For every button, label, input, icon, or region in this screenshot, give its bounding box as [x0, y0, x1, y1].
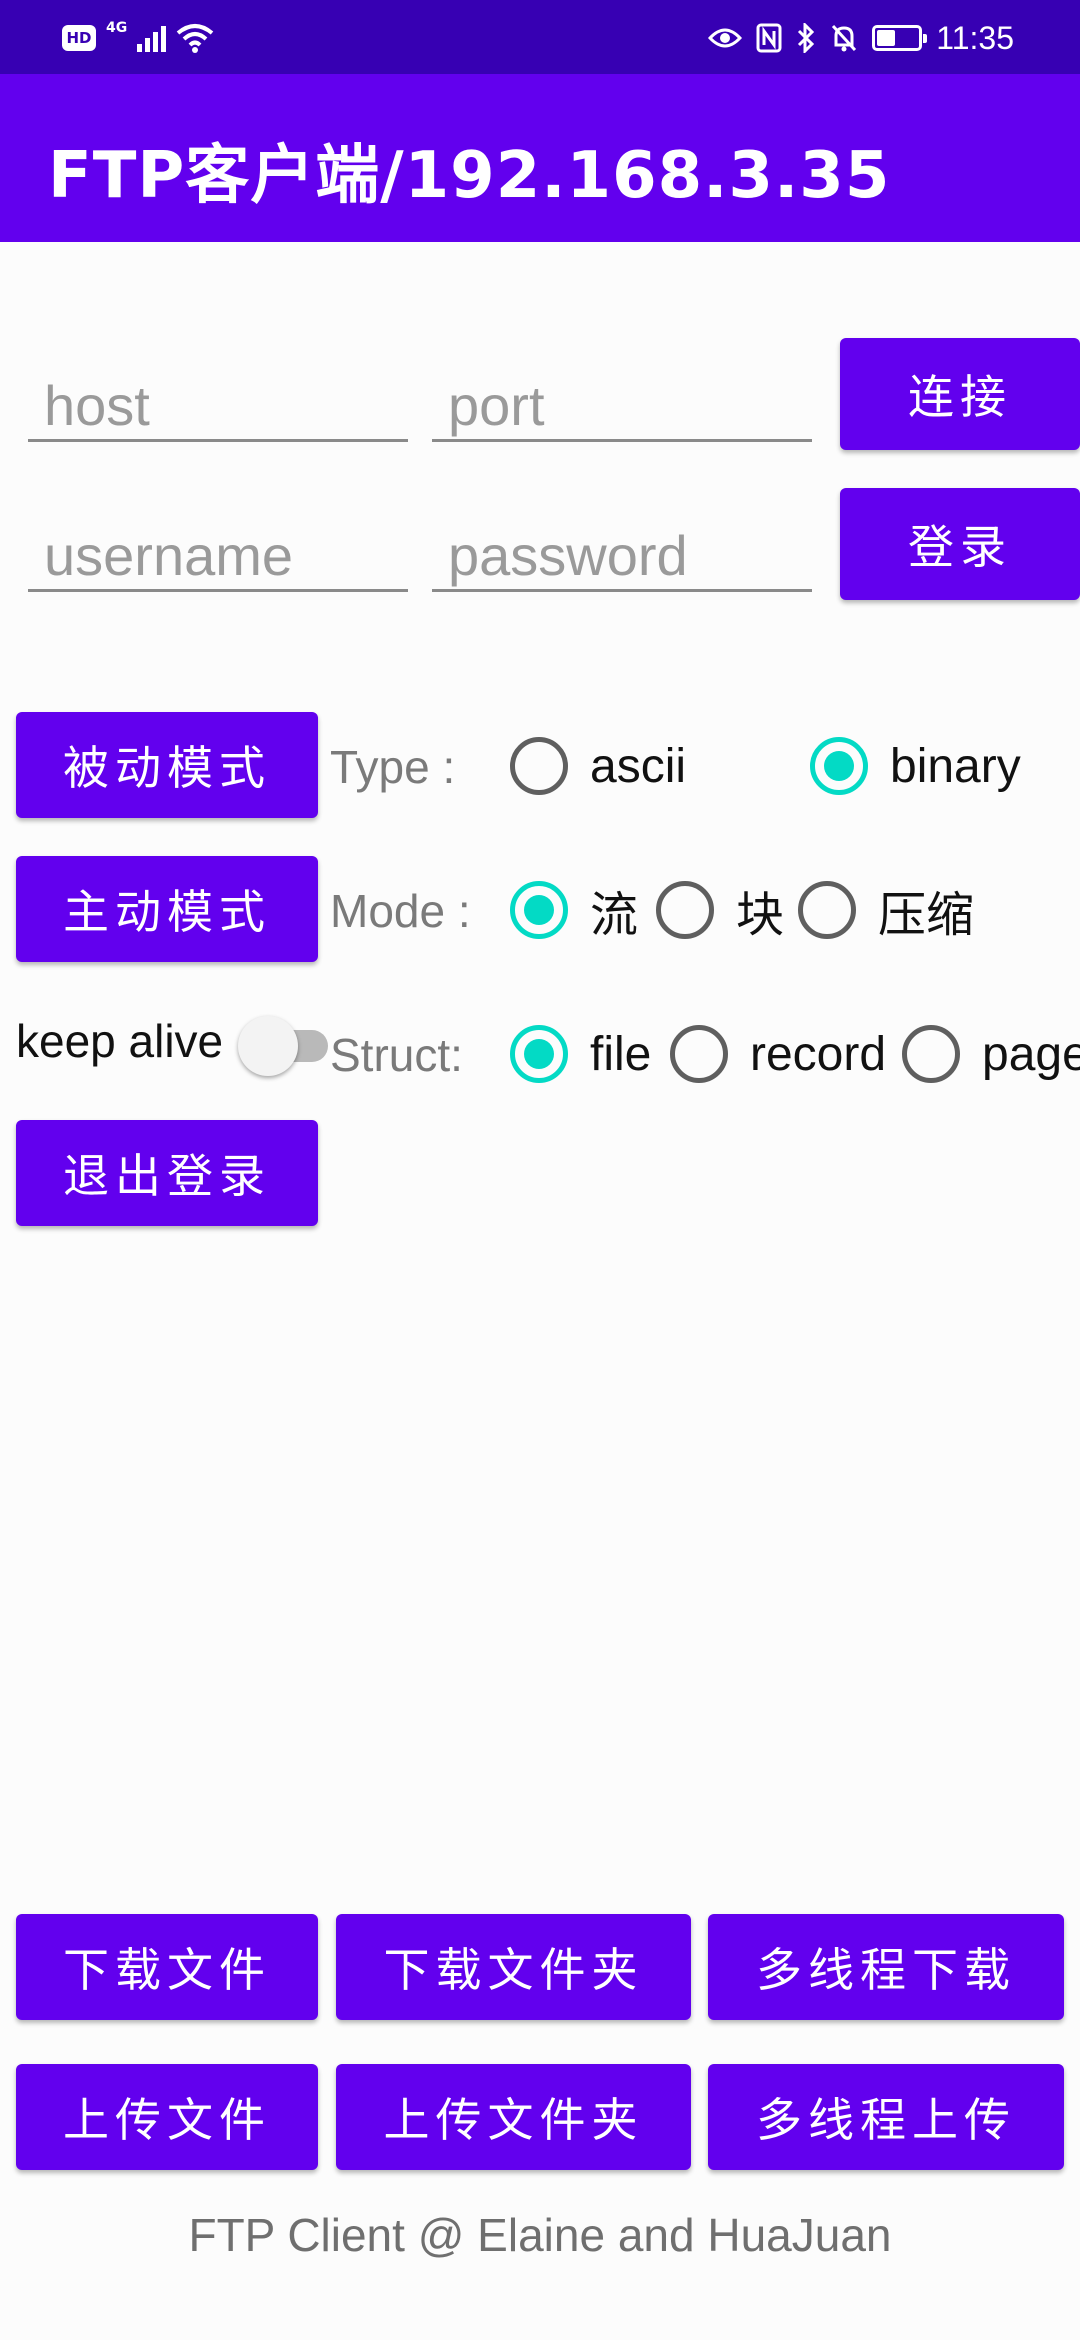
radio-circle	[656, 881, 714, 939]
radio-label: record	[750, 1027, 887, 1081]
username-input[interactable]	[28, 522, 408, 592]
wifi-icon	[176, 24, 214, 53]
eye-icon	[708, 28, 743, 48]
login-button[interactable]: 登录	[840, 488, 1080, 600]
password-input[interactable]	[432, 522, 812, 592]
radio-label: page	[982, 1027, 1080, 1081]
nfc-icon	[756, 23, 782, 53]
radio-circle-selected	[510, 1025, 568, 1083]
type-radio-binary[interactable]: binary	[810, 734, 1021, 798]
mode-radio-compressed[interactable]: 压缩	[798, 878, 974, 942]
status-bar: HD 4G 11:35	[0, 0, 1080, 74]
radio-label: ascii	[590, 739, 687, 793]
port-input[interactable]	[432, 372, 812, 442]
mode-radio-stream[interactable]: 流	[510, 878, 638, 942]
app-bar: FTP客户端/192.168.3.35	[0, 74, 1080, 242]
type-radio-ascii[interactable]: ascii	[510, 734, 686, 798]
struct-row: file record page	[0, 1010, 1080, 1100]
active-mode-button[interactable]: 主动模式	[16, 856, 318, 962]
multi-thread-download-button[interactable]: 多线程下载	[708, 1914, 1064, 2020]
mute-icon	[832, 24, 857, 52]
multi-thread-upload-button[interactable]: 多线程上传	[708, 2064, 1064, 2170]
radio-circle	[510, 737, 568, 795]
radio-circle-selected	[510, 881, 568, 939]
logout-button[interactable]: 退出登录	[16, 1120, 318, 1226]
clock: 11:35	[936, 19, 1014, 56]
radio-label: 块	[736, 889, 785, 942]
battery-icon	[872, 25, 928, 51]
radio-circle	[670, 1025, 728, 1083]
bluetooth-icon	[798, 23, 815, 53]
connect-button[interactable]: 连接	[840, 338, 1080, 450]
upload-file-button[interactable]: 上传文件	[16, 2064, 318, 2170]
download-folder-button[interactable]: 下载文件夹	[336, 1914, 691, 2020]
struct-radio-page[interactable]: page	[902, 1022, 1080, 1086]
status-left: HD 4G	[62, 18, 214, 58]
hd-badge: HD	[62, 25, 96, 51]
passive-mode-button[interactable]: 被动模式	[16, 712, 318, 818]
radio-label: 流	[590, 889, 639, 942]
radio-circle	[798, 881, 856, 939]
radio-label: 压缩	[878, 889, 975, 942]
struct-radio-record[interactable]: record	[670, 1022, 886, 1086]
radio-label: binary	[890, 739, 1021, 793]
status-right: 11:35	[708, 18, 1014, 58]
network-type-label: 4G	[106, 20, 128, 36]
ftp-client-screen: HD 4G 11:35 FTP客户端/192.168.3.35 host por…	[0, 0, 1080, 2340]
footer-credit: FTP Client @ Elaine and HuaJuan	[188, 2209, 892, 2261]
app-title: FTP客户端/192.168.3.35	[48, 139, 891, 213]
radio-circle-selected	[810, 737, 868, 795]
mode-radio-block[interactable]: 块	[656, 878, 784, 942]
struct-radio-file[interactable]: file	[510, 1022, 651, 1086]
upload-folder-button[interactable]: 上传文件夹	[336, 2064, 691, 2170]
radio-circle	[902, 1025, 960, 1083]
mode-label: Mode :	[330, 885, 471, 937]
download-file-button[interactable]: 下载文件	[16, 1914, 318, 2020]
host-input[interactable]	[28, 372, 408, 442]
radio-label: file	[590, 1027, 652, 1081]
type-label: Type :	[330, 741, 456, 793]
signal-icon	[137, 24, 167, 52]
